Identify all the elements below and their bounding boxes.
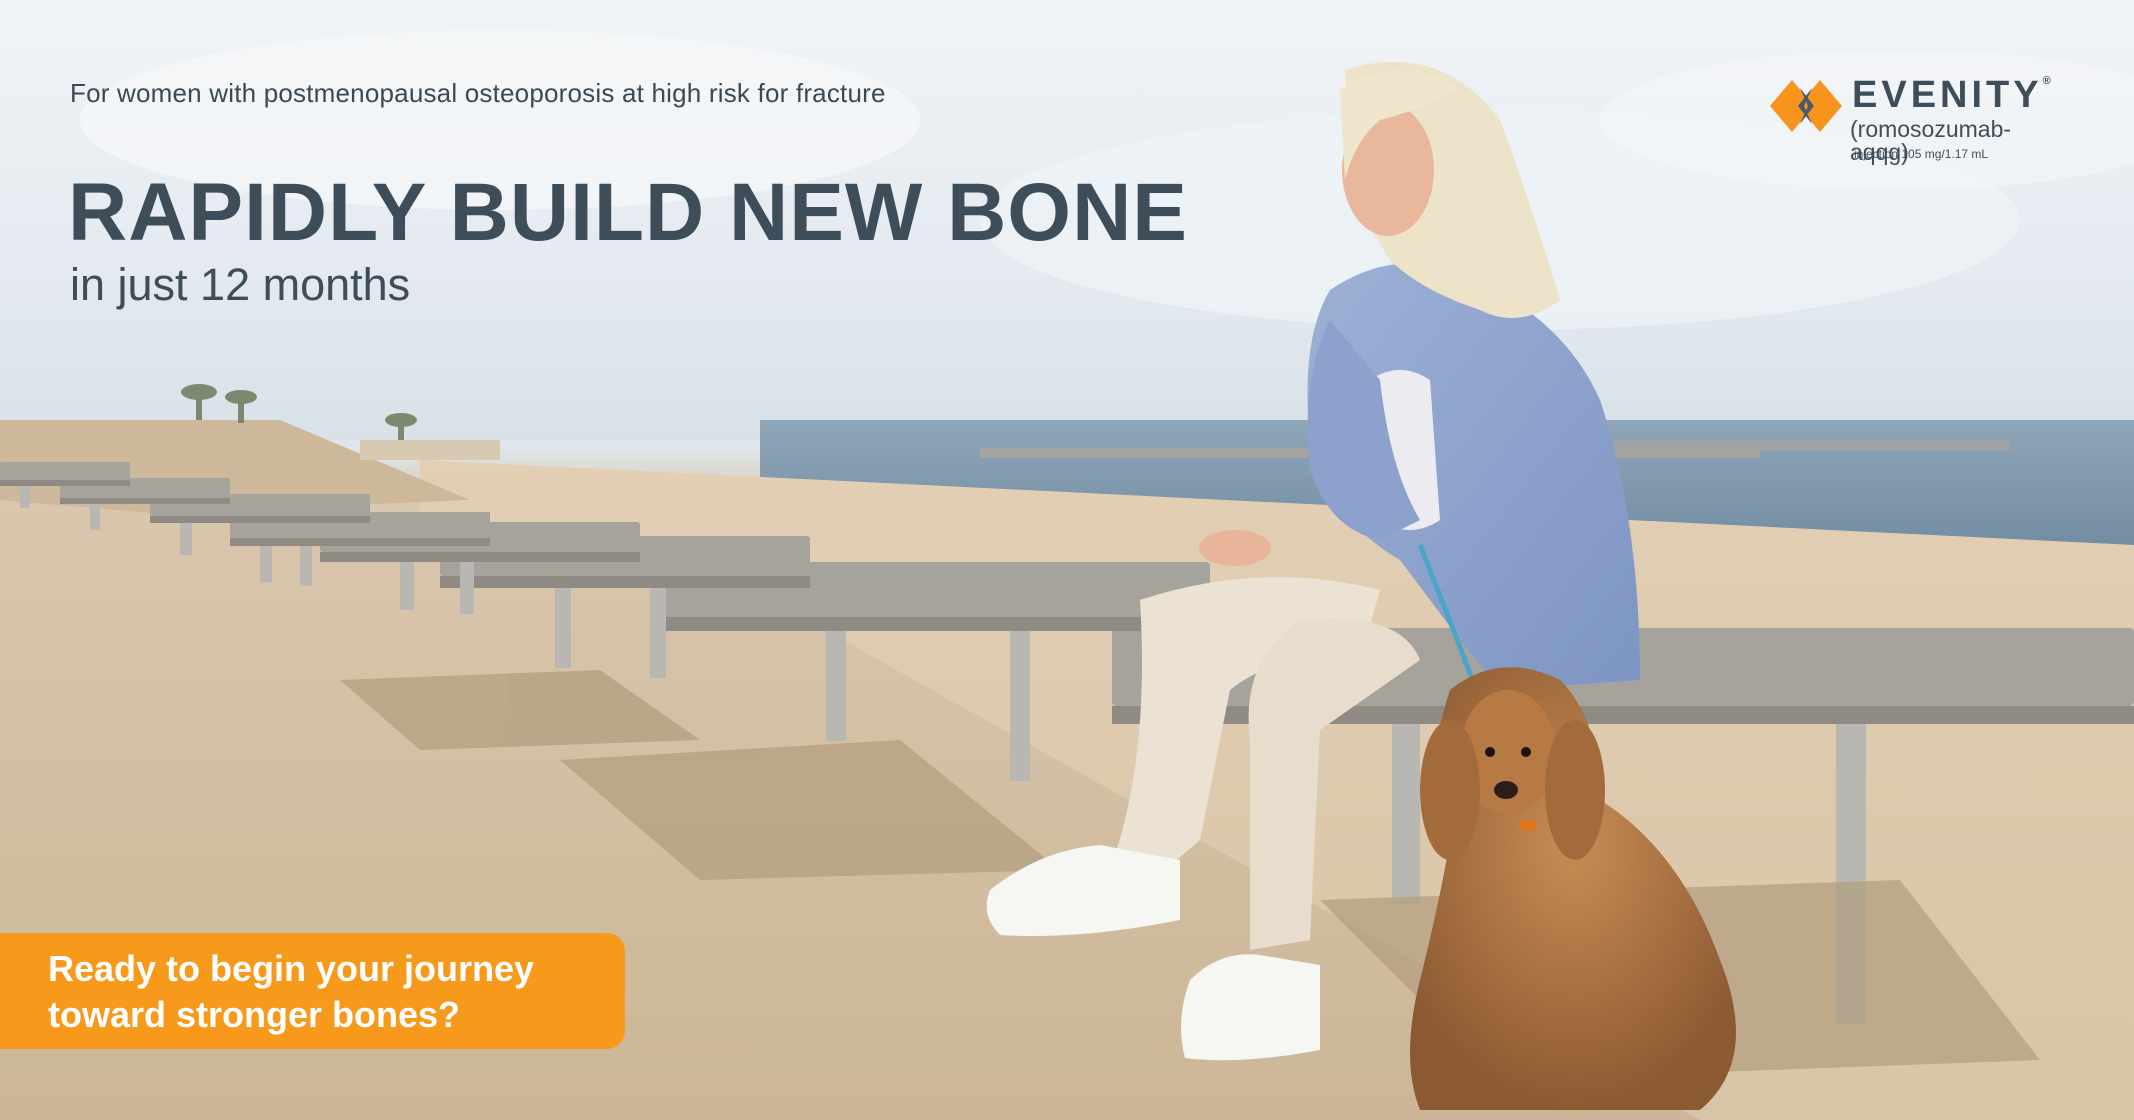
- eyebrow-text: For women with postmenopausal osteoporos…: [70, 78, 886, 108]
- brand-name: EVENITY®: [1852, 74, 2051, 116]
- cta-banner[interactable]: Ready to begin your journey toward stron…: [0, 933, 625, 1049]
- dose-text: injection 105 mg/1.17 mL: [1854, 147, 1989, 161]
- cta-line-2: toward stronger bones?: [48, 994, 461, 1035]
- brand-name-text: EVENITY: [1852, 74, 2043, 116]
- subheadline: in just 12 months: [70, 259, 411, 310]
- evenity-logo: EVENITY® (romosozumab-aqqg) injection 10…: [1770, 76, 2060, 166]
- registered-mark: ®: [2042, 75, 2051, 87]
- cta-line-1: Ready to begin your journey: [48, 948, 535, 989]
- headline: RAPIDLY BUILD NEW BONE: [68, 167, 1188, 258]
- banner: For women with postmenopausal osteoporos…: [0, 0, 2134, 1120]
- evenity-logo-icon: [1770, 80, 1842, 132]
